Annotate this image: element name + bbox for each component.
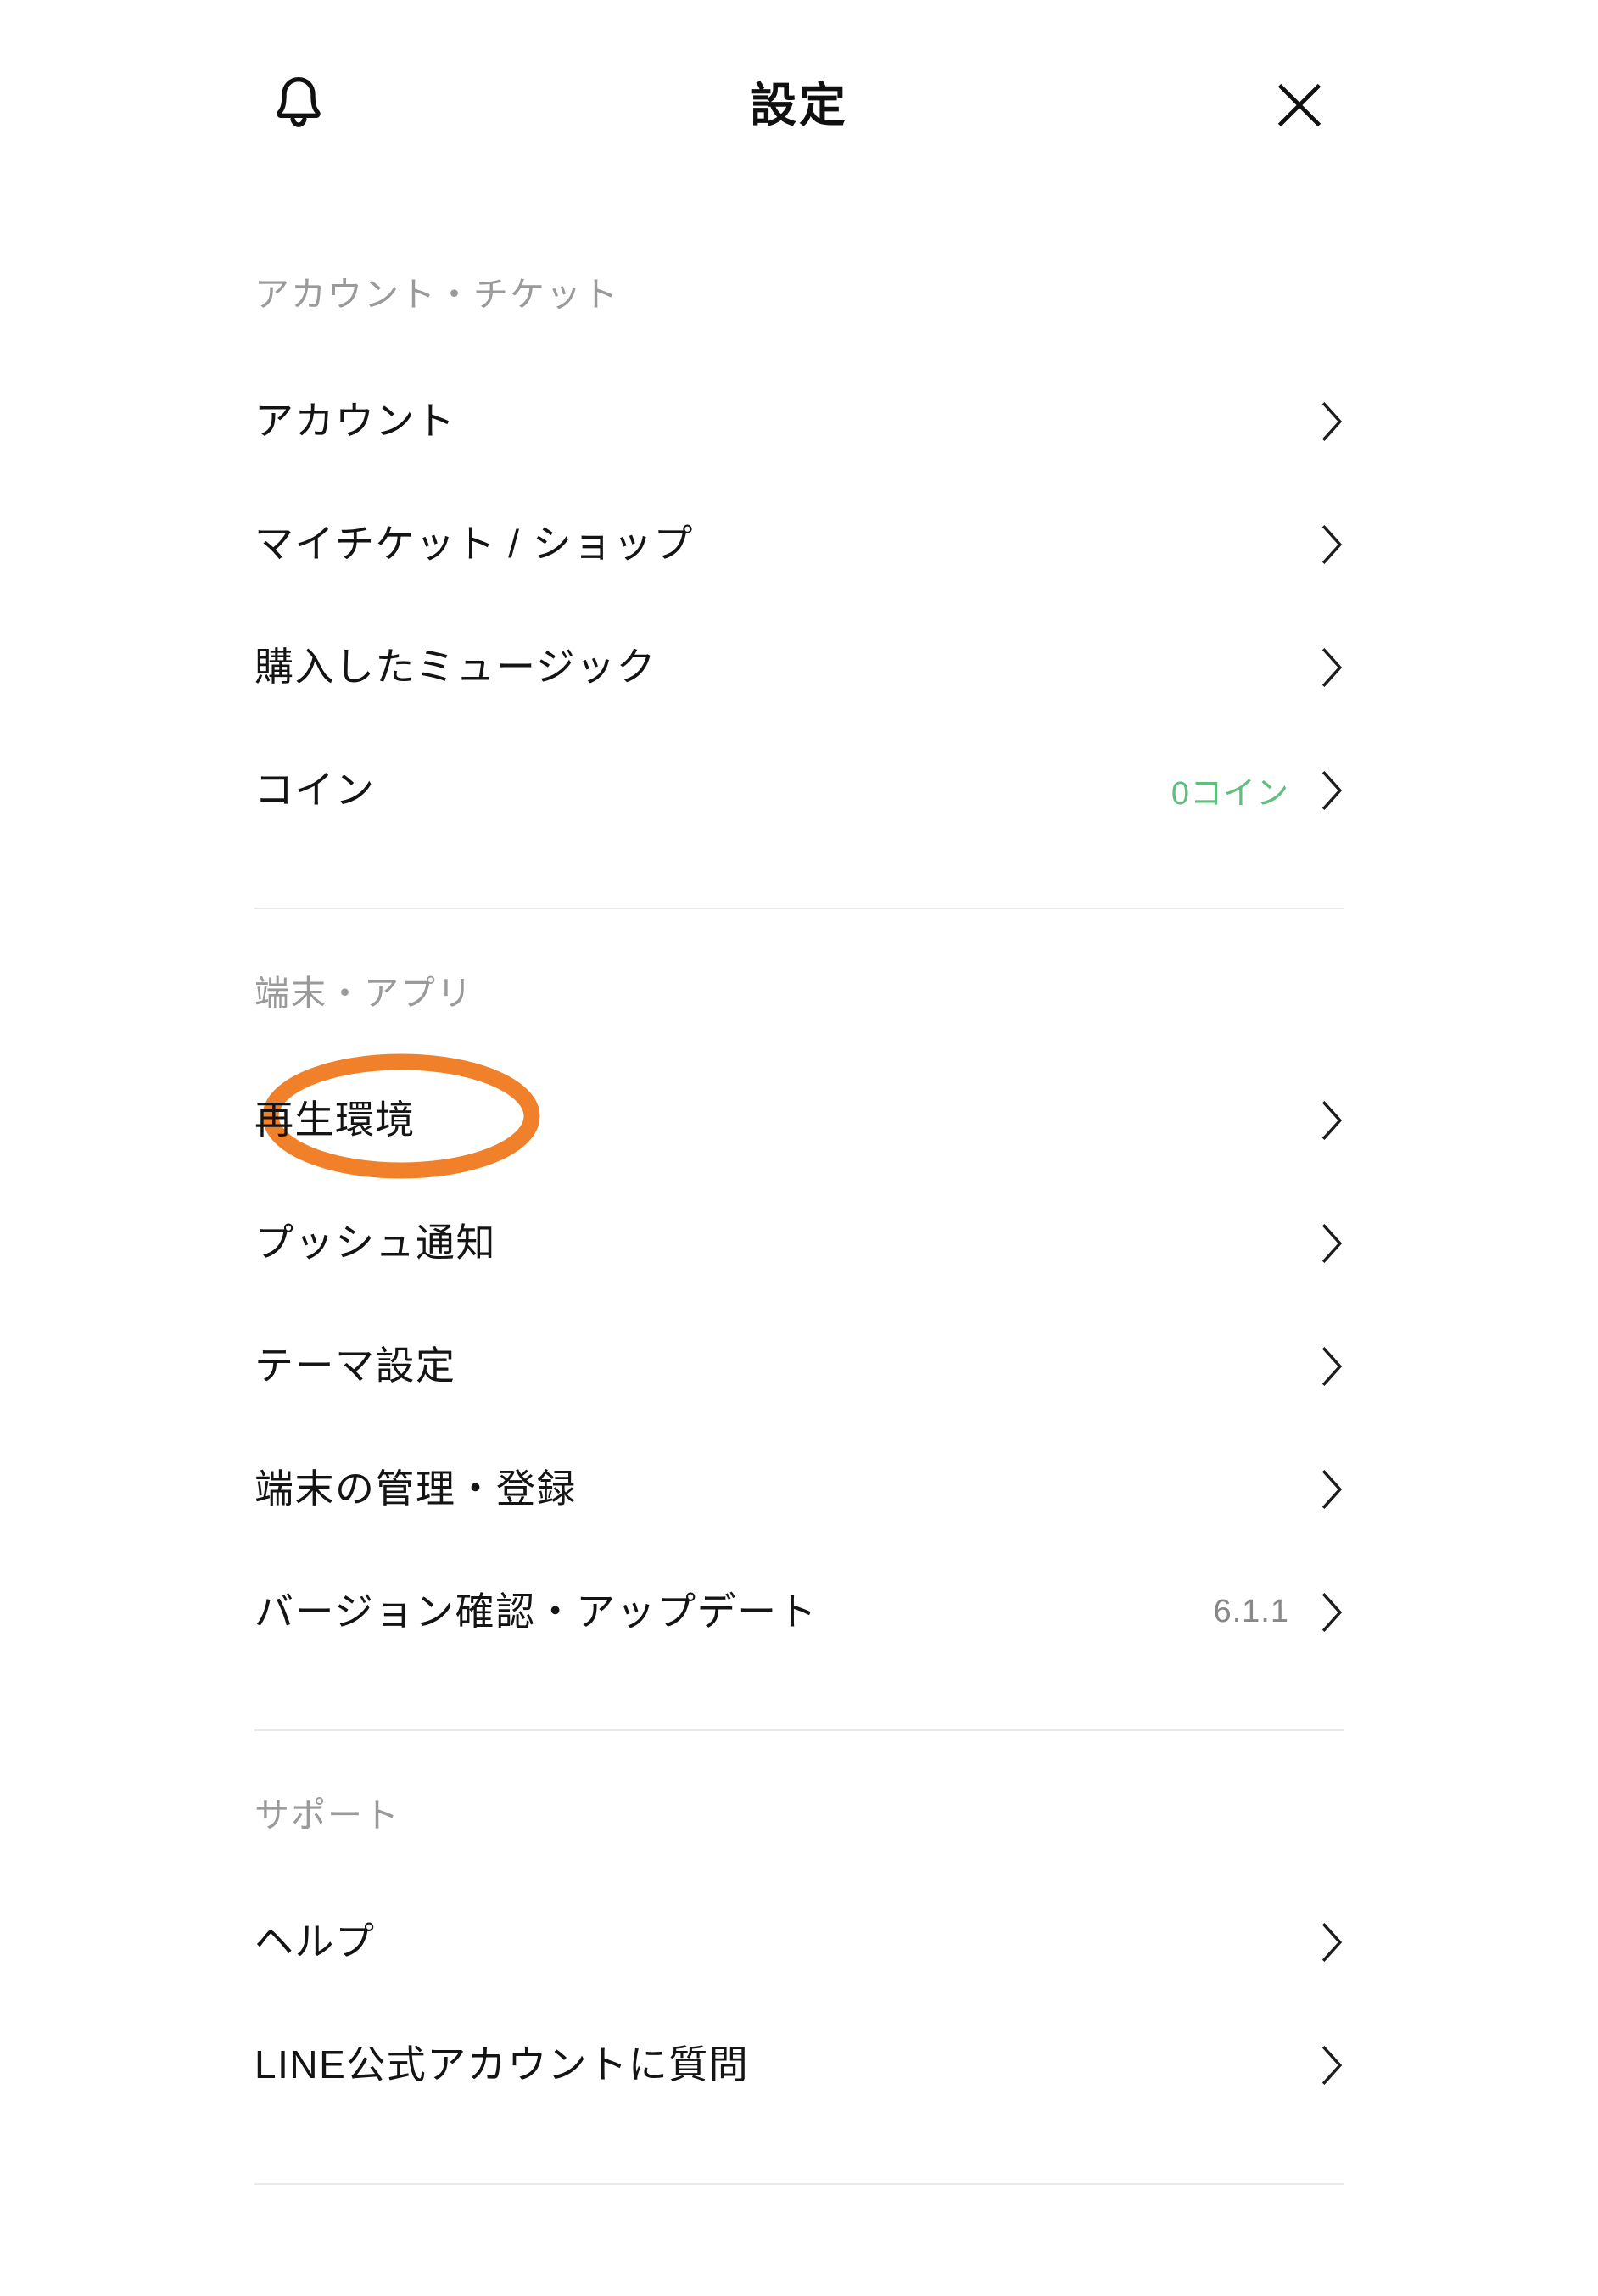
settings-row[interactable]: プッシュ通知 <box>254 1182 1344 1304</box>
chevron-right-icon <box>1321 2046 1344 2086</box>
settings-row-value: 6.1.1 <box>1213 1594 1289 1630</box>
notifications-button[interactable] <box>254 61 343 149</box>
settings-row-label: LINE公式アカウントに質問 <box>254 2042 750 2087</box>
chevron-right-icon <box>1321 770 1344 810</box>
settings-row[interactable]: 端末の管理・登録 <box>254 1427 1344 1550</box>
chevron-right-icon <box>1321 401 1344 441</box>
section-title: アカウント・チケット <box>254 275 619 314</box>
settings-row[interactable]: マイチケット / ショップ <box>254 483 1344 606</box>
chevron-right-icon <box>1321 1923 1344 1963</box>
chevron-right-icon <box>1321 1469 1344 1509</box>
settings-row[interactable]: テーマ設定 <box>254 1304 1344 1427</box>
close-button[interactable] <box>1255 61 1344 149</box>
settings-row[interactable]: LINE公式アカウントに質問 <box>254 2004 1344 2127</box>
page-title: 設定 <box>749 78 848 131</box>
settings-section: サポートヘルプ LINE公式アカウントに質問 <box>254 1731 1344 2185</box>
settings-row[interactable]: 再生環境 <box>254 1053 1344 1182</box>
settings-content: アカウント・チケット アカウント マイチケット / ショップ 購入したミュージック コイ… <box>0 210 1598 2185</box>
settings-row[interactable]: 購入したミュージック <box>254 606 1344 729</box>
settings-row-label: 端末の管理・登録 <box>254 1466 577 1511</box>
settings-row-label: テーマ設定 <box>254 1344 456 1388</box>
settings-row-value: 0コイン <box>1171 776 1289 813</box>
chevron-right-icon <box>1321 647 1344 687</box>
settings-row[interactable]: コイン 0コイン <box>254 729 1344 852</box>
close-icon <box>1273 79 1326 131</box>
settings-row-label: 購入したミュージック <box>254 645 657 690</box>
settings-row[interactable]: ヘルプ <box>254 1881 1344 2004</box>
settings-row-label: ヘルプ <box>254 1919 376 1964</box>
settings-section: 端末・アプリ再生環境プッシュ通知 テーマ設定端末の管理・登録バージョン確認・アップ… <box>254 909 1344 1732</box>
settings-screen: 設定 アカウント・チケットアカウントマイチケット / ショップ 購入したミュージッ… <box>0 0 1598 2296</box>
settings-row-label: プッシュ通知 <box>254 1221 496 1265</box>
chevron-right-icon <box>1321 1100 1344 1140</box>
app-header: 設定 <box>0 0 1598 210</box>
settings-row-label: マイチケット / ショップ <box>254 522 694 567</box>
chevron-right-icon <box>1321 1592 1344 1632</box>
section-divider <box>254 2182 1344 2185</box>
bell-icon <box>272 75 325 136</box>
settings-row-label: バージョン確認・アップデート <box>254 1589 819 1634</box>
settings-row-label: アカウント <box>254 399 456 444</box>
settings-section: アカウント・チケット アカウント マイチケット / ショップ 購入したミュージック コイ… <box>254 210 1344 910</box>
settings-row[interactable]: アカウント <box>254 360 1344 483</box>
chevron-right-icon <box>1321 524 1344 564</box>
chevron-right-icon <box>1321 1346 1344 1386</box>
chevron-right-icon <box>1321 1223 1344 1263</box>
settings-row-label: コイン <box>254 768 376 813</box>
settings-row[interactable]: バージョン確認・アップデート 6.1.1 <box>254 1550 1344 1673</box>
section-title: サポート <box>254 1796 400 1835</box>
settings-row-label: 再生環境 <box>254 1098 416 1142</box>
section-title: 端末・アプリ <box>254 974 473 1014</box>
